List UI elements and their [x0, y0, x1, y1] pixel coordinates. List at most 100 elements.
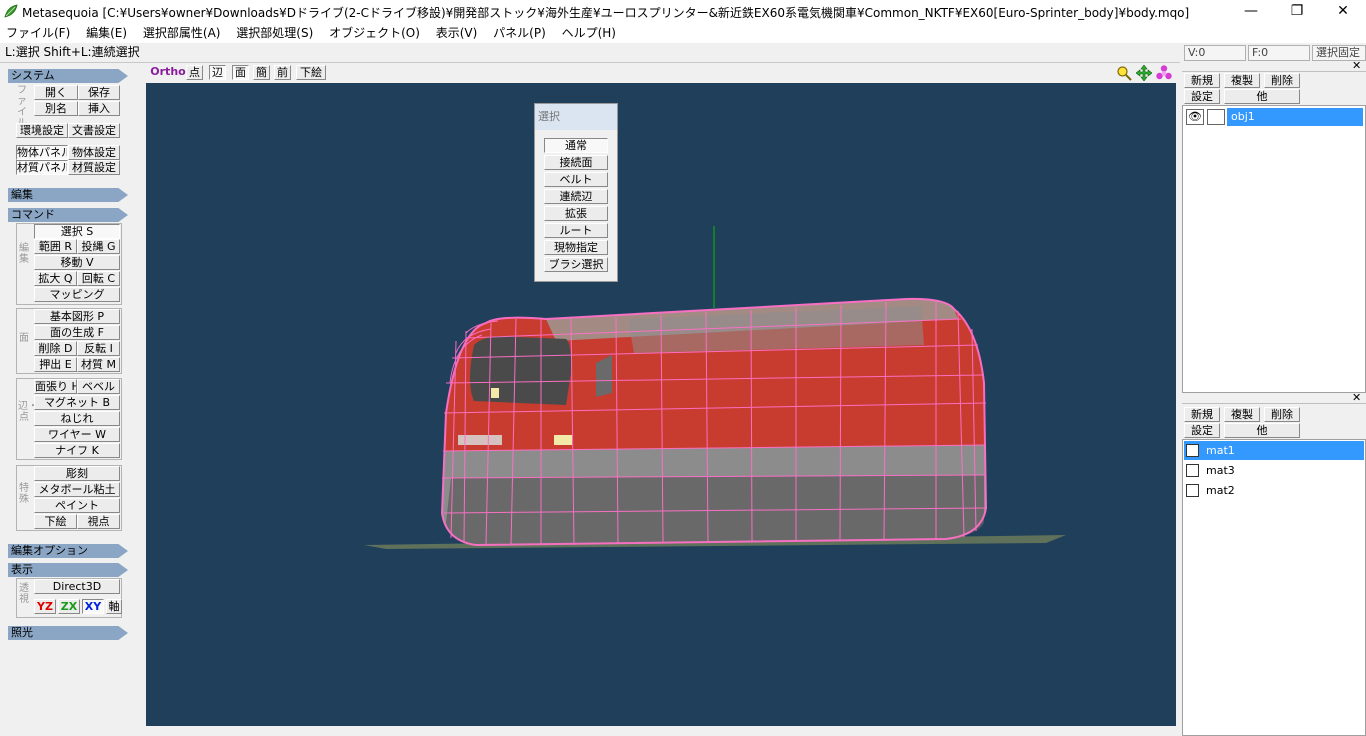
material-list: mat1 mat3 mat2 — [1182, 439, 1366, 736]
magnet-tool-button[interactable]: マグネット B — [34, 395, 120, 410]
select-mode-dialog: 選択 通常 接続面 ベルト 連続辺 拡張 ルート 現物指定 ブラシ選択 — [534, 103, 618, 282]
face-gen-tool-button[interactable]: 面の生成 F — [34, 325, 120, 340]
invert-tool-button[interactable]: 反転 I — [77, 341, 120, 356]
menu-help[interactable]: ヘルプ(H) — [556, 24, 622, 42]
material-new-button[interactable]: 新規 — [1184, 407, 1220, 422]
material-settings-button[interactable]: 設定 — [1184, 423, 1220, 438]
pan-icon[interactable] — [1136, 65, 1152, 81]
edge-mode-button[interactable]: 辺 — [209, 65, 226, 80]
select-expand-button[interactable]: 拡張 — [544, 206, 608, 221]
view-xy-button[interactable]: XY — [82, 599, 104, 614]
object-duplicate-button[interactable]: 複製 — [1224, 73, 1260, 88]
simple-mode-button[interactable]: 簡 — [253, 65, 270, 80]
select-dialog-caption[interactable]: 選択 — [535, 104, 617, 130]
lasso-tool-button[interactable]: 投縄 G — [77, 239, 120, 254]
menu-selection-process[interactable]: 選択部処理(S) — [230, 24, 319, 42]
edge-point-group-label: 辺・点 — [18, 401, 38, 423]
ortho-toggle[interactable]: Ortho — [149, 65, 187, 80]
select-belt-button[interactable]: ベルト — [544, 172, 608, 187]
maximize-button[interactable]: ❐ — [1274, 0, 1320, 24]
object-new-button[interactable]: 新規 — [1184, 73, 1220, 88]
select-normal-button[interactable]: 通常 — [544, 138, 608, 153]
select-specified-button[interactable]: 現物指定 — [544, 240, 608, 255]
front-view-button[interactable]: 前 — [274, 65, 291, 80]
wire-tool-button[interactable]: ワイヤー W — [34, 427, 120, 442]
object-other-button[interactable]: 他 — [1224, 89, 1300, 104]
view-yz-button[interactable]: YZ — [34, 599, 56, 614]
underlay-tool-button[interactable]: 下絵 — [34, 514, 77, 529]
list-item[interactable]: mat2 — [1184, 481, 1364, 500]
list-item[interactable]: mat1 — [1184, 441, 1364, 460]
select-tool-button[interactable]: 選択 S — [34, 224, 120, 239]
save-as-button[interactable]: 別名 — [34, 101, 78, 116]
metaball-tool-button[interactable]: メタボール粘土 — [34, 482, 120, 497]
point-mode-button[interactable]: 点 — [186, 65, 203, 80]
list-item[interactable]: 👁 obj1 — [1185, 108, 1365, 126]
open-button[interactable]: 開く — [34, 85, 78, 100]
section-command[interactable]: コマンド — [8, 208, 128, 222]
stretch-tool-button[interactable]: 面張り H — [34, 379, 77, 394]
insert-button[interactable]: 挿入 — [78, 101, 120, 116]
material-delete-button[interactable]: 削除 — [1264, 407, 1300, 422]
rotate-tool-button[interactable]: 回転 C — [77, 271, 120, 286]
menu-selection-attributes[interactable]: 選択部属性(A) — [137, 24, 227, 42]
direct3d-button[interactable]: Direct3D — [34, 579, 120, 594]
scale-tool-button[interactable]: 拡大 Q — [34, 271, 77, 286]
menu-view[interactable]: 表示(V) — [430, 24, 484, 42]
section-edit[interactable]: 編集 — [8, 188, 128, 202]
object-name[interactable]: obj1 — [1227, 108, 1363, 126]
mapping-tool-button[interactable]: マッピング — [34, 287, 120, 302]
material-panel-close-icon[interactable]: ✕ — [1352, 391, 1361, 404]
section-lighting[interactable]: 照光 — [8, 626, 128, 640]
close-button[interactable]: ✕ — [1320, 0, 1366, 24]
paint-tool-button[interactable]: ペイント — [34, 498, 120, 513]
viewpoint-tool-button[interactable]: 視点 — [77, 514, 120, 529]
face-mode-button[interactable]: 面 — [232, 65, 249, 80]
knife-tool-button[interactable]: ナイフ K — [34, 443, 120, 458]
select-connected-button[interactable]: 接続面 — [544, 155, 608, 170]
select-edge-loop-button[interactable]: 連続辺 — [544, 189, 608, 204]
material-tool-button[interactable]: 材質 M — [77, 357, 120, 372]
delete-tool-button[interactable]: 削除 D — [34, 341, 77, 356]
select-brush-button[interactable]: ブラシ選択 — [544, 257, 608, 272]
lock-box[interactable] — [1207, 109, 1225, 125]
primitive-tool-button[interactable]: 基本図形 P — [34, 309, 120, 324]
object-settings-button[interactable]: 物体設定 — [68, 145, 120, 160]
axis-toggle-button[interactable]: 軸 — [106, 599, 122, 614]
visibility-eye-icon[interactable]: 👁 — [1186, 109, 1204, 125]
menu-panel[interactable]: パネル(P) — [487, 24, 552, 42]
save-button[interactable]: 保存 — [78, 85, 120, 100]
underlay-button[interactable]: 下絵 — [296, 65, 326, 80]
sculpt-tool-button[interactable]: 彫刻 — [34, 466, 120, 481]
section-system[interactable]: システム — [8, 69, 128, 83]
3d-viewport[interactable] — [146, 83, 1176, 726]
range-tool-button[interactable]: 範囲 R — [34, 239, 77, 254]
doc-settings-button[interactable]: 文書設定 — [68, 123, 120, 138]
env-settings-button[interactable]: 環境設定 — [16, 123, 68, 138]
list-item[interactable]: mat3 — [1184, 461, 1364, 480]
move-tool-button[interactable]: 移動 V — [34, 255, 120, 270]
view-zx-button[interactable]: ZX — [58, 599, 80, 614]
material-duplicate-button[interactable]: 複製 — [1224, 407, 1260, 422]
zoom-icon[interactable] — [1116, 65, 1132, 81]
metasequoia-leaf-icon — [4, 4, 18, 18]
extrude-tool-button[interactable]: 押出 E — [34, 357, 77, 372]
rotate-view-icon[interactable] — [1156, 65, 1172, 81]
bevel-tool-button[interactable]: ベベル — [77, 379, 120, 394]
section-display[interactable]: 表示 — [8, 563, 128, 577]
title-bar: Metasequoia [C:¥Users¥owner¥Downloads¥Dド… — [0, 0, 1366, 24]
menu-file[interactable]: ファイル(F) — [0, 24, 76, 42]
object-panel-toggle[interactable]: 物体パネル — [16, 145, 68, 160]
material-other-button[interactable]: 他 — [1224, 423, 1300, 438]
menu-edit[interactable]: 編集(E) — [80, 24, 133, 42]
material-panel-toggle[interactable]: 材質パネル — [16, 160, 68, 175]
twist-tool-button[interactable]: ねじれ — [34, 411, 120, 426]
object-panel-close-icon[interactable]: ✕ — [1352, 59, 1361, 72]
section-edit-options[interactable]: 編集オプション — [8, 544, 128, 558]
object-delete-button[interactable]: 削除 — [1264, 73, 1300, 88]
material-settings-button[interactable]: 材質設定 — [68, 160, 120, 175]
select-route-button[interactable]: ルート — [544, 223, 608, 238]
minimize-button[interactable]: — — [1228, 0, 1274, 24]
menu-object[interactable]: オブジェクト(O) — [323, 24, 426, 42]
object-settings-button[interactable]: 設定 — [1184, 89, 1220, 104]
